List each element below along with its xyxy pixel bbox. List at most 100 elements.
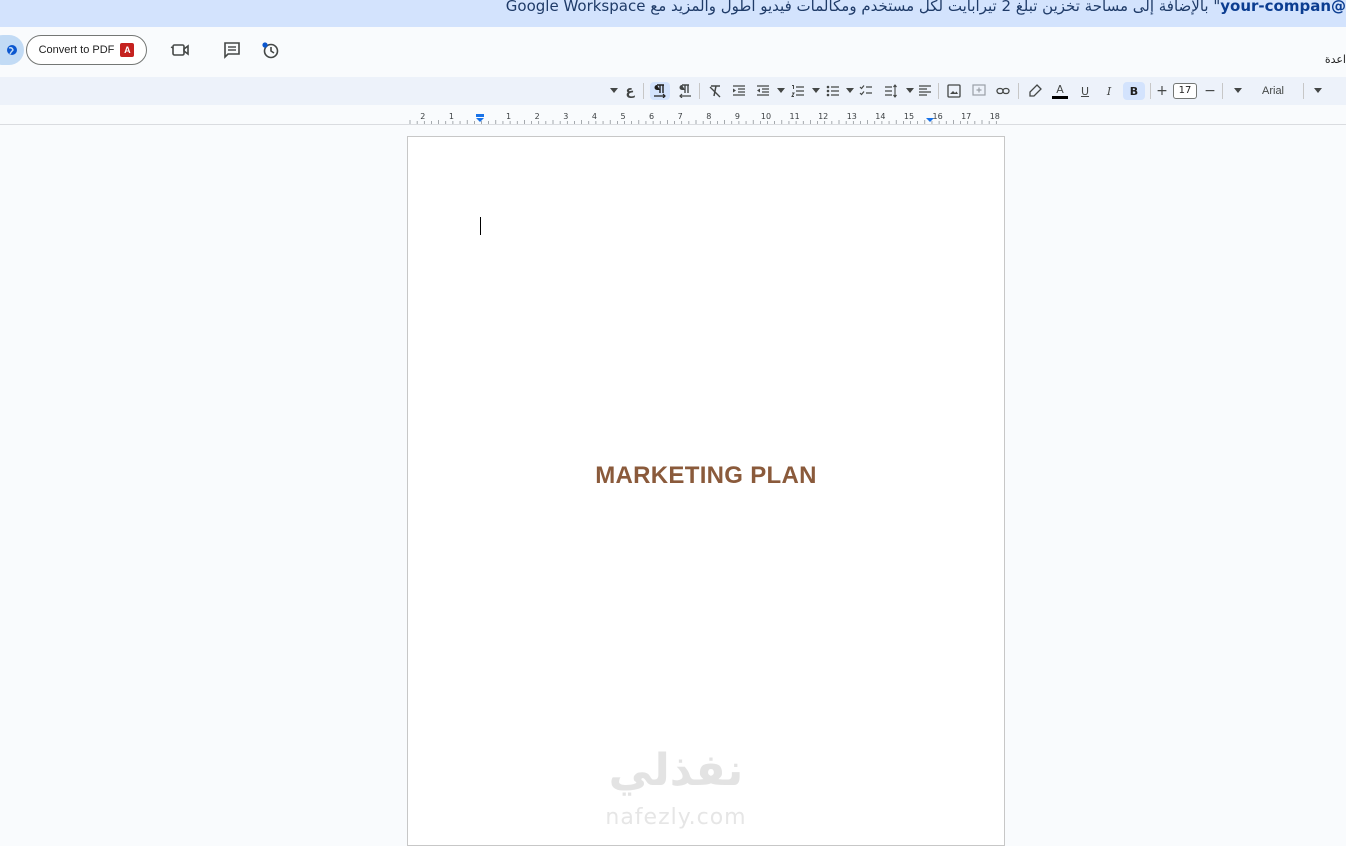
ruler-label: 1 [506,112,511,121]
toolbar-divider [1222,83,1223,99]
toolbar-divider [1303,83,1304,99]
ruler-label: 18 [990,112,1000,121]
ltr-paragraph-icon [654,84,666,98]
toolbar-divider [699,83,700,99]
arabic-keyboard-icon: ع [625,83,635,99]
chevron-down-icon [1314,88,1322,93]
clear-format-icon [709,85,721,98]
minus-icon: − [1204,83,1216,99]
text-color-button[interactable]: A [1050,82,1070,100]
align-dropdown[interactable] [905,82,915,100]
help-menu-label[interactable]: اعدة [1325,53,1346,66]
ruler-label: 5 [620,112,625,121]
image-icon [947,84,961,98]
ruler-label: 15 [904,112,914,121]
ruler-label: 13 [847,112,857,121]
indent-decrease-icon [757,85,769,96]
style-dropdown-chevron[interactable] [1312,82,1324,100]
ruler-label: 4 [592,112,597,121]
chevron-down-icon [1234,88,1242,93]
numbered-list-button[interactable] [788,82,808,100]
rtl-paragraph-icon [679,84,691,98]
clear-formatting-button[interactable] [705,82,725,100]
pdf-icon: A [120,43,135,57]
text-color-swatch [1052,95,1068,99]
add-comment-icon [972,84,986,96]
bold-icon: B [1129,84,1139,98]
input-tools-button[interactable]: ع [622,82,638,100]
decrease-indent-button[interactable] [753,82,773,100]
insert-image-button[interactable] [944,82,964,100]
ruler-label: 1 [449,112,454,121]
italic-button[interactable]: I [1099,82,1119,100]
text-cursor [480,217,481,235]
bulleted-list-icon [826,85,839,97]
insert-comment-button[interactable] [969,82,989,100]
decrease-font-size-button[interactable]: − [1202,82,1218,100]
convert-to-pdf-button[interactable]: Convert to PDF A [26,35,147,65]
highlighter-icon [1029,84,1042,97]
globe-icon [7,45,17,55]
toolbar-divider [938,83,939,99]
underline-icon: U [1080,84,1090,98]
ruler-label: 9 [735,112,740,121]
ruler-label: 7 [678,112,683,121]
line-spacing-button[interactable] [881,82,901,100]
bulleted-list-dropdown[interactable] [811,82,821,100]
pdf-badge: A [124,45,131,55]
docs-header: Convert to PDF A اعدة [0,27,1346,75]
chevron-down-icon [906,88,914,93]
ruler-label: 11 [790,112,800,121]
link-icon [996,87,1010,95]
toolbar-divider [1150,83,1151,99]
line-spacing-icon [885,84,897,98]
bulleted-list-button[interactable] [823,82,843,100]
input-tools-dropdown[interactable] [609,82,619,100]
first-line-indent-marker[interactable] [476,114,484,117]
increase-indent-button[interactable] [729,82,749,100]
watermark-logo: نفذلي [608,745,744,796]
ruler-label: 14 [875,112,885,121]
meet-video-button[interactable] [169,39,191,61]
checklist-dropdown[interactable] [845,82,855,100]
bold-button[interactable]: B [1123,82,1145,100]
ruler-label: 17 [961,112,971,121]
font-family-select[interactable]: Arial [1262,85,1284,97]
version-history-button[interactable] [259,39,281,61]
font-size-input[interactable]: 17 [1173,83,1197,99]
chevron-down-icon [610,88,618,93]
ruler-label: 2 [535,112,540,121]
horizontal-ruler[interactable]: 2 1 1 2 3 4 5 6 7 8 9 10 11 12 13 14 15 16 17 18 [408,108,1005,124]
increase-font-size-button[interactable]: + [1154,82,1170,100]
font-dropdown-chevron[interactable] [1232,82,1244,100]
checklist-button[interactable] [856,82,876,100]
comments-button[interactable] [221,39,243,61]
align-button[interactable] [915,82,935,100]
highlight-color-button[interactable] [1025,82,1045,100]
ruler-label: 6 [649,112,654,121]
italic-icon: I [1106,84,1112,98]
numbered-list-dropdown[interactable] [776,82,786,100]
insert-link-button[interactable] [993,82,1013,100]
history-icon [262,42,279,59]
share-globe-button[interactable] [0,35,24,65]
ruler-label: 3 [563,112,568,121]
comment-icon [224,42,240,59]
ruler-label: 8 [706,112,711,121]
toolbar-divider [643,83,644,99]
indent-marker[interactable] [476,118,484,122]
ruler-label: 16 [933,112,943,121]
convert-to-pdf-label: Convert to PDF [38,44,115,56]
watermark-url: nafezly.com [605,805,747,830]
ltr-direction-button[interactable] [650,82,670,100]
chevron-down-icon [777,88,785,93]
workspace-banner: @your-compan" بالإضافة إلى مساحة تخزين ت… [0,0,1346,27]
banner-email: @your-compan [1220,0,1346,15]
ruler-label: 10 [761,112,771,121]
document-page[interactable]: MARKETING PLAN نفذلي nafezly.com [407,136,1005,846]
document-title[interactable]: MARKETING PLAN [408,462,1004,490]
align-justify-icon [919,85,931,96]
rtl-direction-button[interactable] [675,82,695,100]
indent-increase-icon [733,85,745,96]
underline-button[interactable]: U [1075,82,1095,100]
